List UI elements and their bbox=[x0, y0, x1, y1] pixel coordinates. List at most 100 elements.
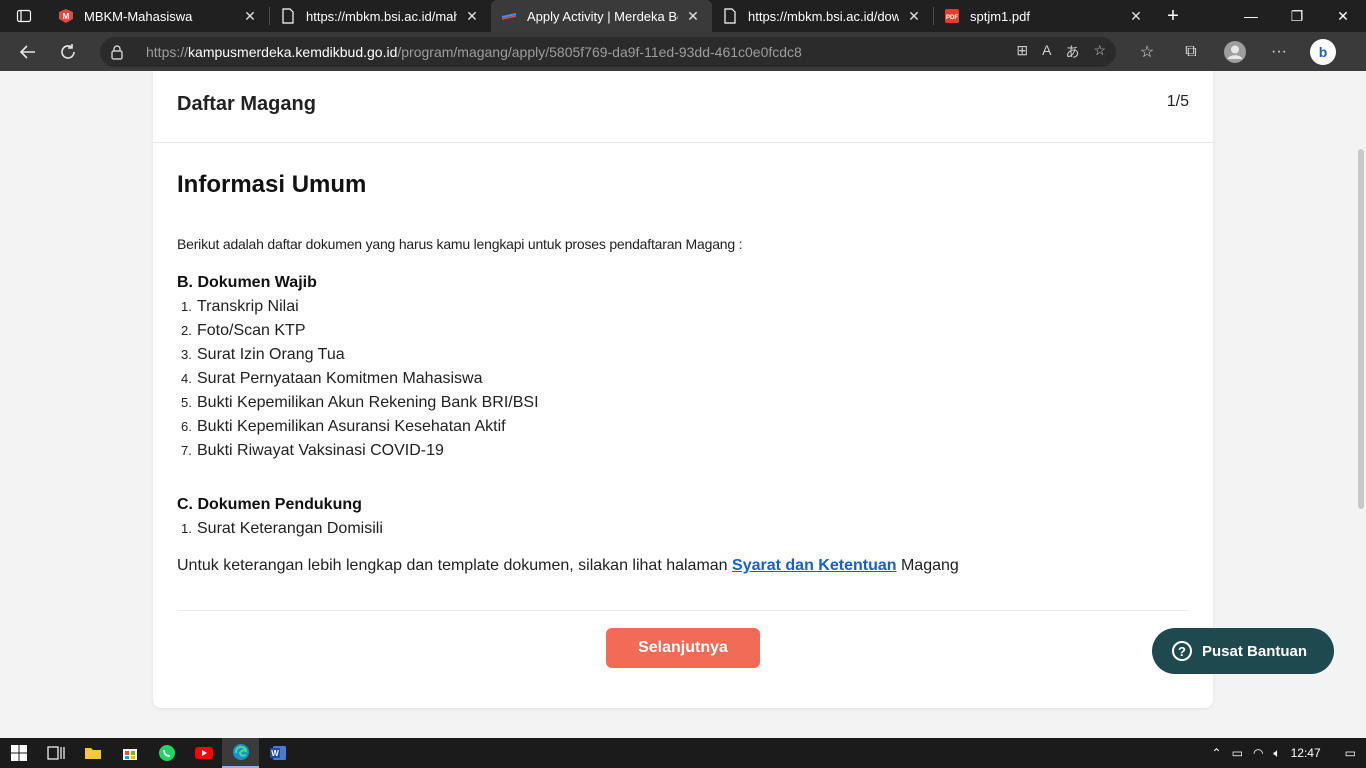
required-documents: B. Dokumen Wajib 1. Transkrip Nilai 2. Fot… bbox=[177, 271, 539, 463]
more-info-suffix: Magang bbox=[896, 557, 959, 574]
list-number: 6. bbox=[181, 419, 192, 434]
terms-link[interactable]: Syarat dan Ketentuan bbox=[732, 557, 896, 574]
browser-tab[interactable]: PDF sptjm1.pdf ✕ bbox=[934, 0, 1155, 32]
browser-tab[interactable]: M MBKM-Mahasiswa ✕ bbox=[48, 0, 269, 32]
restore-icon: ❐ bbox=[1290, 7, 1304, 24]
whatsapp-button[interactable] bbox=[148, 738, 185, 768]
card-header: Daftar Magang 1/5 bbox=[153, 71, 1213, 143]
word-button[interactable]: W bbox=[259, 738, 296, 768]
page-icon bbox=[280, 8, 296, 24]
section-title: Informasi Umum bbox=[177, 171, 367, 198]
next-button[interactable]: Selanjutnya bbox=[606, 628, 760, 668]
new-tab-button[interactable]: + bbox=[1155, 0, 1191, 32]
bing-chat-button[interactable]: b bbox=[1306, 37, 1340, 67]
windows-icon bbox=[10, 745, 27, 761]
restore-button[interactable]: ❐ bbox=[1274, 0, 1320, 32]
step-counter: 1/5 bbox=[1166, 93, 1189, 110]
list-number: 5. bbox=[181, 395, 192, 410]
application-card: Daftar Magang 1/5 Informasi Umum Berikut… bbox=[153, 71, 1213, 708]
notification-icon[interactable]: ▭ bbox=[1345, 746, 1356, 760]
plus-icon: + bbox=[1167, 4, 1179, 27]
edge-icon bbox=[232, 744, 249, 760]
svg-text:PDF: PDF bbox=[946, 15, 958, 21]
taskbar: W ⌃ ▭ ◠ 🔈︎ 12:47 ▭ bbox=[0, 738, 1366, 768]
app-available-icon[interactable]: ⊞ bbox=[1016, 42, 1028, 62]
tab-close-icon[interactable]: ✕ bbox=[684, 8, 702, 25]
avatar bbox=[1224, 40, 1246, 63]
address-bar[interactable]: https://kampusmerdeka.kemdikbud.go.id/pr… bbox=[100, 36, 1116, 67]
collections-icon: ⧉ bbox=[1185, 42, 1197, 60]
scrollbar[interactable] bbox=[1358, 149, 1364, 509]
close-icon: ✕ bbox=[1337, 7, 1349, 24]
more-info-prefix: Untuk keterangan lebih lengkap dan templ… bbox=[177, 557, 733, 574]
clock[interactable]: 12:47 bbox=[1291, 746, 1321, 760]
minimize-icon: — bbox=[1244, 8, 1258, 24]
read-aloud-icon[interactable]: A bbox=[1042, 42, 1051, 62]
intro-text: Berikut adalah daftar dokumen yang harus… bbox=[177, 236, 743, 252]
tab-close-icon[interactable]: ✕ bbox=[1127, 8, 1145, 25]
close-window-button[interactable]: ✕ bbox=[1320, 0, 1366, 32]
reload-button[interactable] bbox=[48, 36, 88, 68]
required-documents-heading: B. Dokumen Wajib bbox=[177, 274, 317, 291]
kampus-merdeka-icon bbox=[501, 8, 517, 24]
whatsapp-icon bbox=[158, 745, 175, 761]
list-item-label: Bukti Riwayat Vaksinasi COVID-19 bbox=[197, 442, 444, 459]
list-item: 4. Surat Pernyataan Komitmen Mahasiswa bbox=[177, 367, 539, 391]
minimize-button[interactable]: — bbox=[1228, 0, 1274, 32]
tab-close-icon[interactable]: ✕ bbox=[463, 8, 481, 25]
browser-toolbar: https://kampusmerdeka.kemdikbud.go.id/pr… bbox=[0, 32, 1366, 71]
browser-tab-strip: M MBKM-Mahasiswa ✕ https://mbkm.bsi.ac.i… bbox=[0, 0, 1366, 32]
profile-button[interactable] bbox=[1218, 37, 1252, 67]
translate-icon[interactable]: あ bbox=[1065, 42, 1079, 62]
svg-text:M: M bbox=[63, 12, 70, 21]
start-button[interactable] bbox=[0, 738, 37, 768]
tab-title: https://mbkm.bsi.ac.id/mahas bbox=[306, 8, 457, 24]
tab-actions-icon bbox=[16, 9, 32, 23]
list-item-label: Bukti Kepemilikan Akun Rekening Bank BRI… bbox=[197, 394, 539, 411]
url-scheme: https:// bbox=[146, 43, 189, 60]
favorites-button[interactable]: ☆ bbox=[1130, 37, 1164, 67]
list-item-label: Surat Pernyataan Komitmen Mahasiswa bbox=[197, 370, 483, 387]
browser-tab[interactable]: https://mbkm.bsi.ac.id/mahas ✕ bbox=[270, 0, 491, 32]
list-item-label: Surat Izin Orang Tua bbox=[197, 346, 345, 363]
collections-button[interactable]: ⧉ bbox=[1174, 37, 1208, 67]
list-number: 1. bbox=[181, 299, 192, 314]
browser-tab-active[interactable]: Apply Activity | Merdeka Bela ✕ bbox=[491, 0, 712, 32]
lock-icon[interactable] bbox=[110, 44, 130, 60]
supporting-documents: C. Dokumen Pendukung 1. Surat Keterangan … bbox=[177, 493, 383, 541]
folder-icon bbox=[84, 748, 101, 759]
youtube-icon bbox=[194, 747, 213, 759]
add-favorite-icon[interactable]: ☆ bbox=[1093, 42, 1106, 62]
browser-actions: ☆ ⧉ ··· b bbox=[1130, 37, 1340, 67]
favorites-icon: ☆ bbox=[1139, 43, 1155, 61]
tab-title: MBKM-Mahasiswa bbox=[84, 8, 193, 24]
list-item: 5. Bukti Kepemilikan Akun Rekening Bank B… bbox=[177, 391, 539, 415]
tab-title: Apply Activity | Merdeka Bela bbox=[527, 8, 678, 24]
list-item-label: Foto/Scan KTP bbox=[197, 322, 306, 339]
question-icon: ? bbox=[1172, 641, 1192, 661]
pdf-icon: PDF bbox=[944, 8, 960, 24]
youtube-button[interactable] bbox=[185, 738, 222, 768]
help-center-button[interactable]: ? Pusat Bantuan bbox=[1152, 628, 1334, 674]
file-explorer-button[interactable] bbox=[74, 738, 111, 768]
svg-text:b: b bbox=[1319, 44, 1328, 60]
battery-icon[interactable]: ▭ bbox=[1232, 746, 1243, 760]
tab-title: sptjm1.pdf bbox=[970, 8, 1030, 24]
wifi-icon[interactable]: ◠ bbox=[1253, 746, 1263, 760]
back-button[interactable] bbox=[8, 36, 48, 68]
task-view-button[interactable] bbox=[37, 738, 74, 768]
page-viewport: Daftar Magang 1/5 Informasi Umum Berikut… bbox=[0, 71, 1366, 738]
list-item-label: Surat Keterangan Domisili bbox=[197, 520, 383, 537]
tab-close-icon[interactable]: ✕ bbox=[905, 8, 923, 25]
list-number: 2. bbox=[181, 323, 192, 338]
browser-tab[interactable]: https://mbkm.bsi.ac.id/downl ✕ bbox=[712, 0, 933, 32]
tab-close-icon[interactable]: ✕ bbox=[241, 8, 259, 25]
chevron-up-icon[interactable]: ⌃ bbox=[1212, 746, 1222, 760]
edge-button[interactable] bbox=[222, 738, 259, 768]
volume-icon[interactable]: 🔈︎ bbox=[1273, 746, 1280, 761]
store-button[interactable] bbox=[111, 738, 148, 768]
tab-actions-button[interactable] bbox=[0, 0, 48, 32]
list-item-label: Transkrip Nilai bbox=[197, 298, 299, 315]
settings-more-button[interactable]: ··· bbox=[1262, 37, 1296, 67]
url-text: https://kampusmerdeka.kemdikbud.go.id/pr… bbox=[146, 44, 1016, 60]
